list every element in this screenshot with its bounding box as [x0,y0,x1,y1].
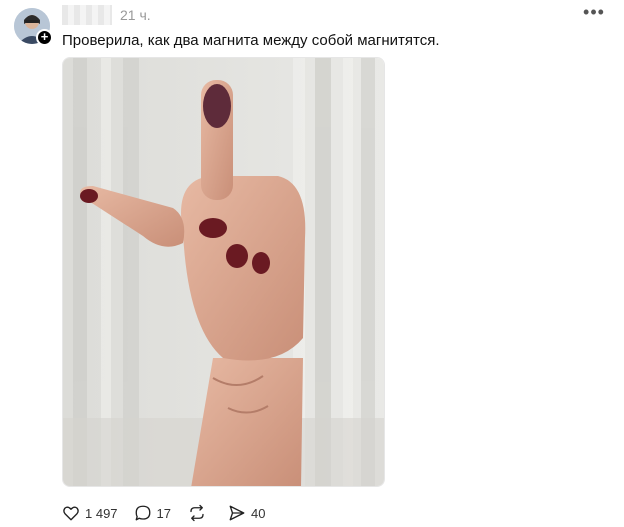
post-image[interactable] [62,57,385,487]
like-button[interactable]: 1 497 [62,504,118,522]
heart-icon [63,506,79,521]
like-count: 1 497 [85,505,118,521]
username[interactable]: user [62,5,112,25]
post-text: Проверила, как два магнита между собой м… [62,32,440,49]
comment-button[interactable]: 17 [134,504,171,522]
repost-icon [190,504,204,522]
share-icon [229,505,245,521]
repost-button[interactable] [187,504,212,522]
more-icon[interactable]: ••• [582,3,606,24]
share-button[interactable]: 40 [228,504,265,522]
post-time: 21 ч. [120,7,151,23]
follow-plus-icon[interactable]: + [36,29,53,46]
comment-count: 17 [156,505,172,521]
share-count: 40 [251,505,266,521]
comment-icon [135,505,150,521]
post-actions: 1 497 17 40 [62,502,281,524]
